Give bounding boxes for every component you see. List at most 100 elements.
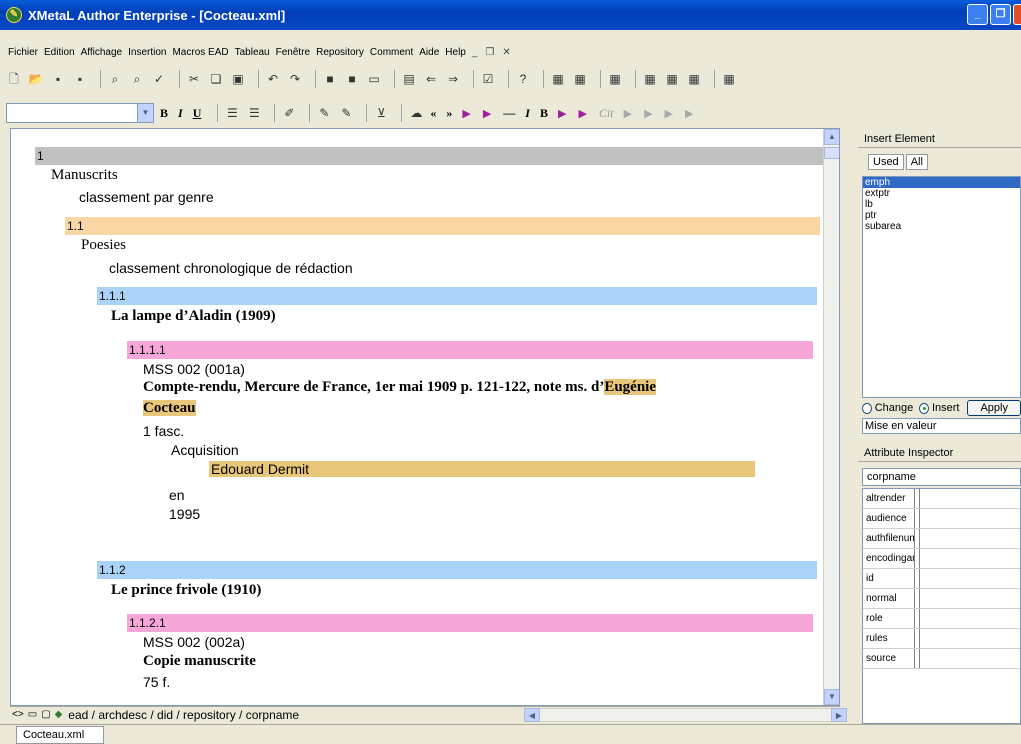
tags-on-icon[interactable]: ■ (322, 71, 338, 87)
normal-view-icon[interactable]: ▭ (28, 709, 37, 720)
attribute-element-select[interactable]: corpname (862, 468, 1021, 486)
table-row[interactable]: audience (863, 509, 1020, 529)
list-item[interactable]: subarea (863, 221, 1020, 232)
checkout-icon[interactable]: ▦ (607, 71, 623, 87)
menu-aide[interactable]: Aide (419, 47, 439, 58)
spellcheck-icon[interactable]: ✓ (151, 71, 167, 87)
help-icon[interactable]: ? (515, 71, 531, 87)
dash-icon[interactable]: — (503, 106, 515, 121)
bullet-list-icon[interactable]: ☰ (246, 105, 262, 121)
list-item[interactable]: emph (863, 177, 1020, 188)
tags-view-icon[interactable]: <> (12, 709, 24, 720)
doc-close-icon[interactable]: ✕ (502, 47, 510, 58)
repo-action-icon[interactable]: ▦ (721, 71, 737, 87)
attribute-value[interactable] (919, 649, 1020, 668)
bold-tag-icon[interactable]: B (540, 106, 548, 121)
attribute-table[interactable]: altrender audience authfilenumber encodi… (862, 488, 1021, 724)
attribute-value[interactable] (919, 609, 1020, 628)
play-icon[interactable]: ▶ (483, 107, 491, 120)
insert-radio[interactable] (919, 402, 929, 414)
scroll-right-icon[interactable]: ▶ (831, 708, 847, 722)
play-icon[interactable]: ▶ (558, 107, 566, 120)
new-icon[interactable]: 🗋 (6, 71, 22, 87)
document-tab[interactable]: Cocteau.xml (16, 726, 104, 744)
paste-icon[interactable]: ▣ (230, 71, 246, 87)
document-editor[interactable]: 1 Manuscrits classement par genre 1.1 Po… (10, 128, 840, 706)
table-row[interactable]: source (863, 649, 1020, 669)
back-icon[interactable]: ⇐ (423, 71, 439, 87)
menu-affichage[interactable]: Affichage (81, 47, 123, 58)
save-all-icon[interactable]: ▪ (72, 71, 88, 87)
italic-icon[interactable]: I (178, 106, 183, 121)
page-view-icon[interactable]: ▢ (41, 709, 50, 720)
find-replace-icon[interactable]: ⌕ (129, 71, 145, 87)
tags-off-icon[interactable]: ■ (344, 71, 360, 87)
doc-minimize-icon[interactable]: _ (472, 47, 478, 58)
quote-left-icon[interactable]: « (430, 106, 436, 121)
menu-fichier[interactable]: Fichier (8, 47, 38, 58)
copy-icon[interactable]: ❏ (208, 71, 224, 87)
close-icon[interactable] (1013, 4, 1021, 25)
repository-icon[interactable]: ▦ (550, 71, 566, 87)
menu-comment[interactable]: Comment (370, 47, 413, 58)
bold-icon[interactable]: B (160, 106, 168, 121)
play-icon[interactable]: ▶ (462, 107, 470, 120)
table-row[interactable]: encodinganalog (863, 549, 1020, 569)
list-item[interactable]: ptr (863, 210, 1020, 221)
forward-icon[interactable]: ⇒ (445, 71, 461, 87)
scroll-up-icon[interactable]: ▲ (824, 129, 839, 145)
open-icon[interactable]: 📂 (28, 71, 44, 87)
view-icon[interactable]: ▤ (401, 71, 417, 87)
document-content[interactable]: 1 Manuscrits classement par genre 1.1 Po… (11, 129, 825, 705)
repo-action-icon[interactable]: ▦ (642, 71, 658, 87)
underline-icon[interactable]: U (193, 106, 202, 121)
menu-edition[interactable]: Edition (44, 47, 75, 58)
filter-icon[interactable]: ⊻ (373, 105, 389, 121)
undo-icon[interactable]: ↶ (265, 71, 281, 87)
scroll-left-icon[interactable]: ◀ (524, 708, 540, 722)
folder-icon[interactable]: ▭ (366, 71, 382, 87)
menu-insertion[interactable]: Insertion (128, 47, 166, 58)
scroll-thumb[interactable] (824, 147, 839, 159)
menu-repository[interactable]: Repository (316, 47, 364, 58)
minimize-icon[interactable]: _ (967, 4, 988, 25)
browser-view-icon[interactable]: ◆ (55, 709, 63, 720)
tab-all[interactable]: All (905, 154, 928, 170)
table-row[interactable]: normal (863, 589, 1020, 609)
chevron-down-icon[interactable]: ▼ (137, 104, 153, 122)
numbered-list-icon[interactable]: ☰ (224, 105, 240, 121)
attribute-value[interactable] (919, 489, 1020, 508)
restore-icon[interactable]: ❐ (990, 4, 1011, 25)
find-icon[interactable]: ⌕ (107, 71, 123, 87)
tab-used[interactable]: Used (868, 154, 904, 170)
scroll-down-icon[interactable]: ▼ (824, 689, 839, 705)
horizontal-scrollbar[interactable]: ◀ ▶ (524, 708, 847, 722)
italic-tag-icon[interactable]: I (525, 106, 530, 121)
apply-button[interactable]: Apply (967, 400, 1021, 416)
attribute-value[interactable] (919, 549, 1020, 568)
table-row[interactable]: authfilenumber (863, 529, 1020, 549)
menu-tableau[interactable]: Tableau (235, 47, 270, 58)
checkin-icon[interactable]: ▦ (572, 71, 588, 87)
repo-action-icon[interactable]: ▦ (686, 71, 702, 87)
style-select[interactable]: ▼ (6, 103, 154, 123)
validate-icon[interactable]: ☑ (480, 71, 496, 87)
attribute-value[interactable] (919, 569, 1020, 588)
comment-icon[interactable]: ✎ (316, 105, 332, 121)
menu-fenetre[interactable]: Fenêtre (276, 47, 310, 58)
repo-action-icon[interactable]: ▦ (664, 71, 680, 87)
list-item[interactable]: extptr (863, 188, 1020, 199)
table-row[interactable]: id (863, 569, 1020, 589)
insert-element-list[interactable]: emph extptr lb ptr subarea (862, 176, 1021, 398)
attribute-value[interactable] (919, 529, 1020, 548)
table-row[interactable]: altrender (863, 489, 1020, 509)
citation-icon[interactable]: Cit (599, 106, 614, 121)
comment-next-icon[interactable]: ✎ (338, 105, 354, 121)
table-row[interactable]: rules (863, 629, 1020, 649)
link-icon[interactable]: ✐ (281, 105, 297, 121)
quote-right-icon[interactable]: » (446, 106, 452, 121)
change-radio[interactable] (862, 402, 872, 414)
attribute-value[interactable] (919, 509, 1020, 528)
cut-icon[interactable]: ✂ (186, 71, 202, 87)
doc-restore-icon[interactable]: ❐ (485, 47, 494, 58)
